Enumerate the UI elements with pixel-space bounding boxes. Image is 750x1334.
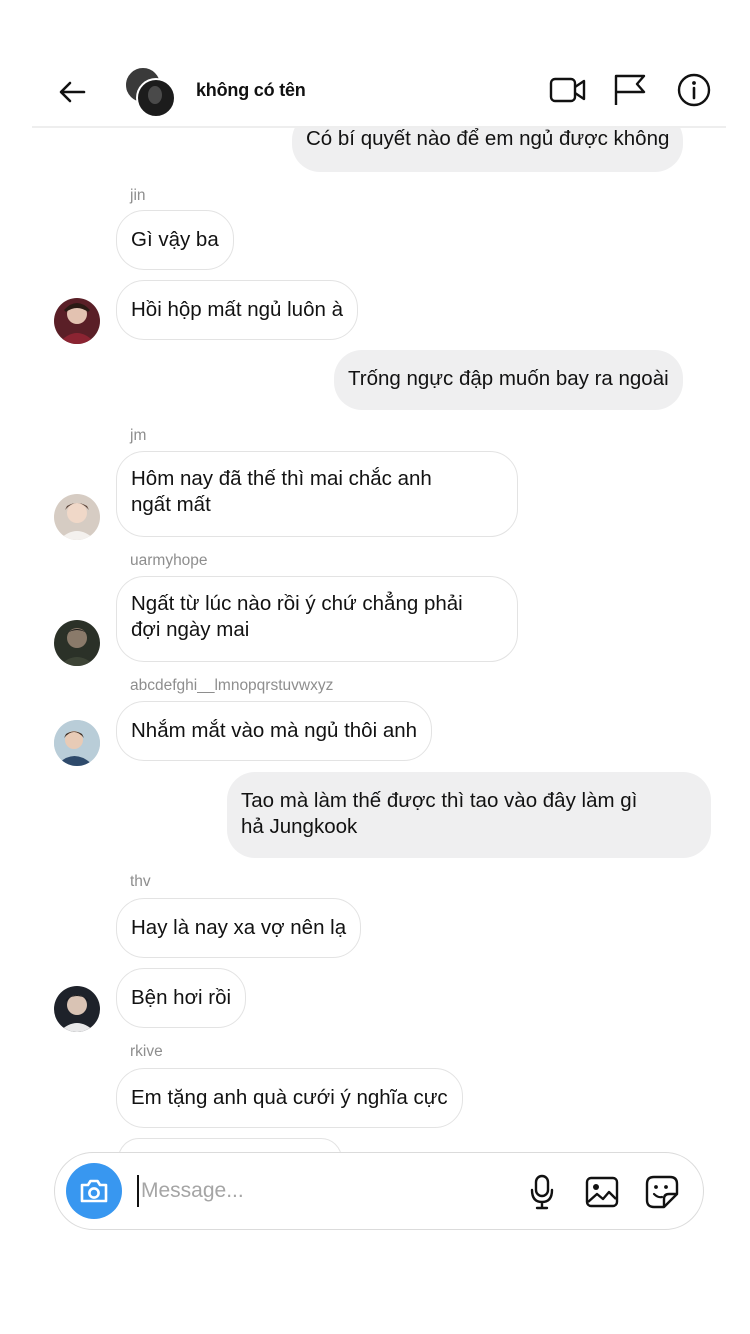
back-button[interactable] — [52, 72, 92, 112]
message-text: Bện hơi rồi — [131, 986, 232, 1009]
message-text-line: Hôm nay đã thế thì mai chắc anh — [131, 467, 432, 490]
message-text-line: Ngất từ lúc nào rồi ý chứ chẳng phải — [131, 592, 463, 615]
sender-name: jm — [130, 427, 147, 444]
chat-header: không có tên — [32, 58, 726, 128]
incoming-message[interactable]: Hôm nay đã thế thì mai chắc anh ngất mất — [116, 451, 518, 537]
avatar[interactable] — [54, 720, 100, 766]
incoming-message[interactable]: Gì vậy ba — [116, 210, 234, 270]
message-text-line: Tao mà làm thế được thì tao vào đây làm … — [241, 789, 638, 812]
outgoing-message[interactable]: Trống ngực đập muốn bay ra ngoài — [334, 350, 683, 410]
image-icon — [585, 1176, 619, 1208]
avatar[interactable] — [54, 298, 100, 344]
outgoing-message[interactable]: Tao mà làm thế được thì tao vào đây làm … — [227, 772, 711, 858]
message-text: Hay là nay xa vợ nên lạ — [131, 916, 347, 939]
avatar[interactable] — [54, 494, 100, 540]
sender-name: uarmyhope — [130, 552, 208, 569]
video-call-button[interactable] — [548, 70, 588, 110]
sticker-button[interactable] — [641, 1171, 683, 1213]
message-text: Có bí quyết nào để em ngủ được không — [306, 127, 670, 150]
incoming-message[interactable]: Nhắm mắt vào mà ngủ thôi anh — [116, 701, 433, 761]
message-text: Trống ngực đập muốn bay ra ngoài — [348, 367, 669, 390]
info-button[interactable] — [674, 70, 714, 110]
message-text-line: ngất mất — [131, 493, 211, 516]
chat-screen: không có tên Có bí quyết nào để em ngủ đ… — [32, 58, 726, 1250]
incoming-message[interactable]: Hồi hộp mất ngủ luôn à — [116, 280, 358, 340]
sender-name: thv — [130, 873, 151, 890]
group-avatar[interactable] — [124, 66, 176, 118]
incoming-message[interactable]: Em tặng anh quà cưới ý nghĩa cực — [116, 1068, 463, 1128]
message-text: Hồi hộp mất ngủ luôn à — [131, 298, 343, 321]
chat-title[interactable]: không có tên — [196, 80, 306, 101]
sender-name: abcdefghi__lmnopqrstuvwxyz — [130, 677, 334, 694]
voice-message-button[interactable] — [521, 1171, 563, 1213]
arrow-left-icon — [59, 81, 86, 103]
incoming-message[interactable]: Hay là nay xa vợ nên lạ — [116, 898, 362, 958]
avatar[interactable] — [54, 620, 100, 666]
flag-icon — [614, 74, 646, 105]
video-camera-icon — [549, 77, 586, 103]
sticker-icon — [645, 1175, 679, 1209]
message-input[interactable] — [139, 1171, 443, 1211]
sender-name: rkive — [130, 1043, 163, 1060]
avatar — [136, 78, 176, 118]
message-text: Nhắm mắt vào mà ngủ thôi anh — [131, 719, 418, 742]
report-button[interactable] — [610, 70, 650, 110]
microphone-icon — [530, 1174, 554, 1210]
sender-name: jin — [130, 187, 146, 204]
info-icon — [677, 73, 711, 107]
gallery-button[interactable] — [581, 1171, 623, 1213]
message-text: Gì vậy ba — [131, 228, 219, 251]
message-text-line: hả Jungkook — [241, 815, 358, 838]
avatar[interactable] — [54, 986, 100, 1032]
camera-icon — [80, 1179, 108, 1203]
message-composer — [54, 1152, 704, 1230]
message-text: Em tặng anh quà cưới ý nghĩa cực — [131, 1086, 448, 1109]
message-text-line: đợi ngày mai — [131, 618, 250, 641]
camera-button[interactable] — [66, 1163, 122, 1219]
incoming-message[interactable]: Ngất từ lúc nào rồi ý chứ chẳng phải đợi… — [116, 576, 518, 662]
incoming-message[interactable]: Bện hơi rồi — [116, 968, 247, 1028]
